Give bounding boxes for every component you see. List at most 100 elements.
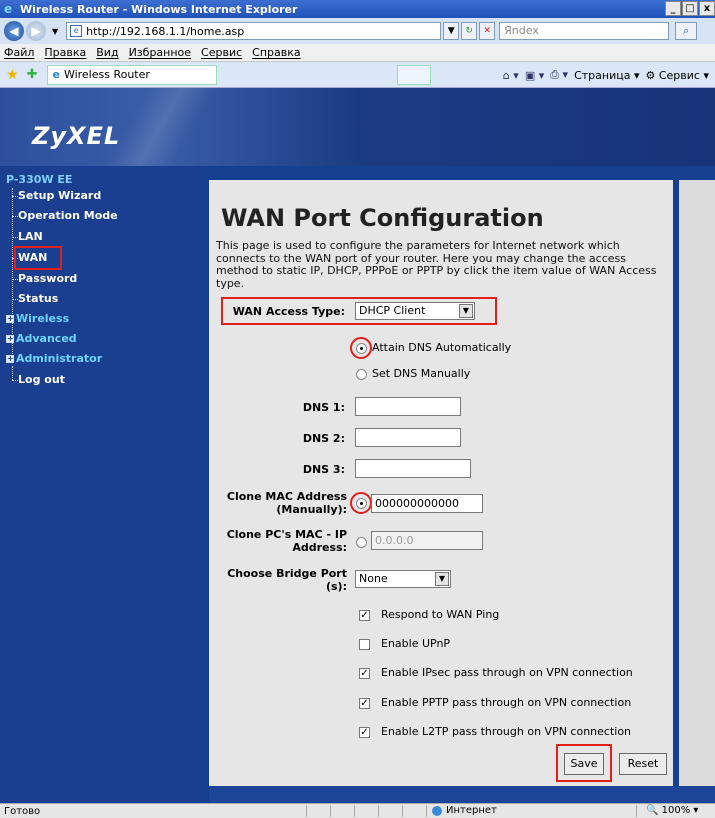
- sidebar-item-status[interactable]: Status: [18, 292, 58, 305]
- address-url: http://192.168.1.1/home.asp: [86, 24, 245, 38]
- dns-manual-radio[interactable]: [356, 369, 367, 380]
- wan-access-type-select[interactable]: DHCP Client ▼: [355, 302, 475, 320]
- main-panel: WAN Port Configuration This page is used…: [209, 180, 673, 786]
- search-icon[interactable]: ⌕: [675, 22, 698, 40]
- clone-pc-mac-radio[interactable]: [356, 537, 367, 548]
- zyxel-logo: ZyXEL: [32, 122, 121, 150]
- sidebar-item-advanced[interactable]: + Advanced: [6, 332, 77, 345]
- globe-icon: [432, 805, 442, 816]
- address-toolbar: ◀ ▶ ▼ e http://192.168.1.1/home.asp ▼ ↻ …: [0, 18, 715, 44]
- sidebar-item-logout[interactable]: Log out: [18, 373, 65, 386]
- page-menu[interactable]: Страница ▾: [574, 69, 639, 82]
- menu-help[interactable]: Справка: [252, 46, 300, 59]
- bridge-port-label-line2: (s):: [325, 580, 347, 593]
- ipsec-passthrough-checkbox[interactable]: ✓: [359, 668, 370, 679]
- maximize-button[interactable]: □: [682, 1, 698, 16]
- favorites-star-icon[interactable]: ★: [6, 67, 19, 83]
- feeds-icon[interactable]: ▣ ▾: [525, 69, 544, 82]
- menu-file[interactable]: Файл: [4, 46, 34, 59]
- forward-button[interactable]: ▶: [26, 21, 46, 41]
- minimize-button[interactable]: _: [665, 1, 681, 16]
- refresh-icon[interactable]: ↻: [461, 22, 478, 40]
- home-icon[interactable]: ⌂ ▾: [503, 69, 519, 82]
- internet-zone: Интернет: [432, 805, 497, 816]
- address-dropdown-icon[interactable]: ▼: [443, 22, 460, 40]
- clone-pc-mac-label: Clone PC's MAC - IP Address:: [215, 528, 347, 554]
- close-button[interactable]: x: [699, 1, 715, 16]
- right-decoration: [679, 180, 715, 786]
- favorites-bar: ★ ✚ e Wireless Router ⌂ ▾ ▣ ▾ ⎙ ▾ Страни…: [0, 62, 715, 88]
- enable-upnp-checkbox[interactable]: [359, 639, 370, 650]
- l2tp-passthrough-label: Enable L2TP pass through on VPN connecti…: [381, 725, 632, 738]
- status-bar: Готово Интернет 🔍 100% ▾: [0, 803, 715, 818]
- tools-menu[interactable]: ⚙ Сервис ▾: [645, 69, 709, 82]
- history-dropdown-icon[interactable]: ▼: [52, 27, 58, 36]
- new-tab-button[interactable]: [397, 64, 432, 85]
- status-cell: [378, 805, 379, 817]
- expand-icon[interactable]: +: [6, 335, 14, 343]
- l2tp-passthrough-checkbox[interactable]: ✓: [359, 727, 370, 738]
- menu-edit[interactable]: Правка: [44, 46, 86, 59]
- dns2-input[interactable]: [355, 428, 461, 447]
- sidebar-item-advanced-label: Advanced: [16, 332, 77, 345]
- page-title: WAN Port Configuration: [221, 204, 544, 232]
- zone-label: Интернет: [446, 805, 497, 816]
- zoom-control[interactable]: 🔍 100% ▾: [646, 805, 698, 816]
- pptp-passthrough-checkbox[interactable]: ✓: [359, 698, 370, 709]
- dns1-input[interactable]: [355, 397, 461, 416]
- search-input[interactable]: Яndex: [499, 22, 670, 40]
- expand-icon[interactable]: +: [6, 315, 14, 323]
- menu-favorites[interactable]: Избранное: [129, 46, 191, 59]
- content-area: P-330W EE Setup Wizard Operation Mode LA…: [0, 166, 715, 803]
- clone-pc-mac-label-line2: Address:: [292, 541, 347, 554]
- status-cell: [306, 805, 307, 817]
- bridge-port-value: None: [359, 572, 388, 585]
- tree-line: [12, 366, 13, 380]
- respond-wan-ping-checkbox[interactable]: ✓: [359, 610, 370, 621]
- router-header: ZyXEL: [0, 88, 715, 166]
- browser-tab[interactable]: e Wireless Router: [47, 64, 218, 85]
- sidebar-item-administrator[interactable]: + Administrator: [6, 352, 102, 365]
- sidebar-item-operation-mode[interactable]: Operation Mode: [18, 209, 118, 222]
- dns1-label: DNS 1:: [302, 401, 345, 414]
- menu-tools[interactable]: Сервис: [201, 46, 242, 59]
- status-cell: [354, 805, 355, 817]
- bridge-port-label: Choose Bridge Port (s):: [215, 567, 347, 593]
- status-text: Готово: [4, 805, 41, 817]
- zoom-icon: 🔍: [646, 805, 659, 816]
- sidebar-item-setup-wizard[interactable]: Setup Wizard: [18, 189, 101, 202]
- reset-button[interactable]: Reset: [619, 753, 667, 775]
- sidebar-item-wireless[interactable]: + Wireless: [6, 312, 69, 325]
- status-cell: [402, 805, 403, 817]
- wan-highlight-box: [14, 246, 62, 270]
- window-title: Wireless Router - Windows Internet Explo…: [20, 2, 298, 16]
- menu-view[interactable]: Вид: [96, 46, 118, 59]
- clone-pc-mac-input[interactable]: 0.0.0.0: [371, 531, 483, 550]
- zoom-level: 100%: [661, 805, 691, 816]
- save-button[interactable]: Save: [564, 753, 604, 775]
- clone-mac-input[interactable]: 000000000000: [371, 494, 483, 513]
- sidebar-item-password[interactable]: Password: [18, 272, 77, 285]
- bridge-port-select[interactable]: None ▼: [355, 570, 451, 588]
- tab-label: Wireless Router: [63, 68, 150, 81]
- sidebar: P-330W EE Setup Wizard Operation Mode LA…: [0, 166, 200, 803]
- back-button[interactable]: ◀: [4, 21, 24, 41]
- ie-logo-icon: e: [4, 2, 13, 16]
- print-icon[interactable]: ⎙ ▾: [550, 68, 568, 82]
- clone-pc-mac-label-line1: Clone PC's MAC - IP: [226, 528, 347, 541]
- stop-icon[interactable]: ✕: [479, 22, 496, 40]
- chevron-down-icon: ▼: [435, 572, 449, 586]
- expand-icon[interactable]: +: [6, 355, 14, 363]
- dns3-label-text: DNS 3:: [302, 463, 345, 476]
- dns3-input[interactable]: [355, 459, 471, 478]
- page-menu-label: Страница: [574, 68, 631, 82]
- sidebar-item-lan[interactable]: LAN: [18, 230, 43, 243]
- ipsec-passthrough-label: Enable IPsec pass through on VPN connect…: [381, 666, 633, 679]
- dns-auto-radio[interactable]: [356, 343, 367, 354]
- wan-access-type-label: WAN Access Type:: [232, 305, 345, 318]
- add-favorite-icon[interactable]: ✚: [27, 67, 38, 82]
- address-input[interactable]: e http://192.168.1.1/home.asp: [66, 22, 442, 40]
- page-icon: e: [70, 25, 83, 37]
- clone-mac-radio[interactable]: [356, 498, 367, 509]
- sidebar-item-administrator-label: Administrator: [16, 352, 103, 365]
